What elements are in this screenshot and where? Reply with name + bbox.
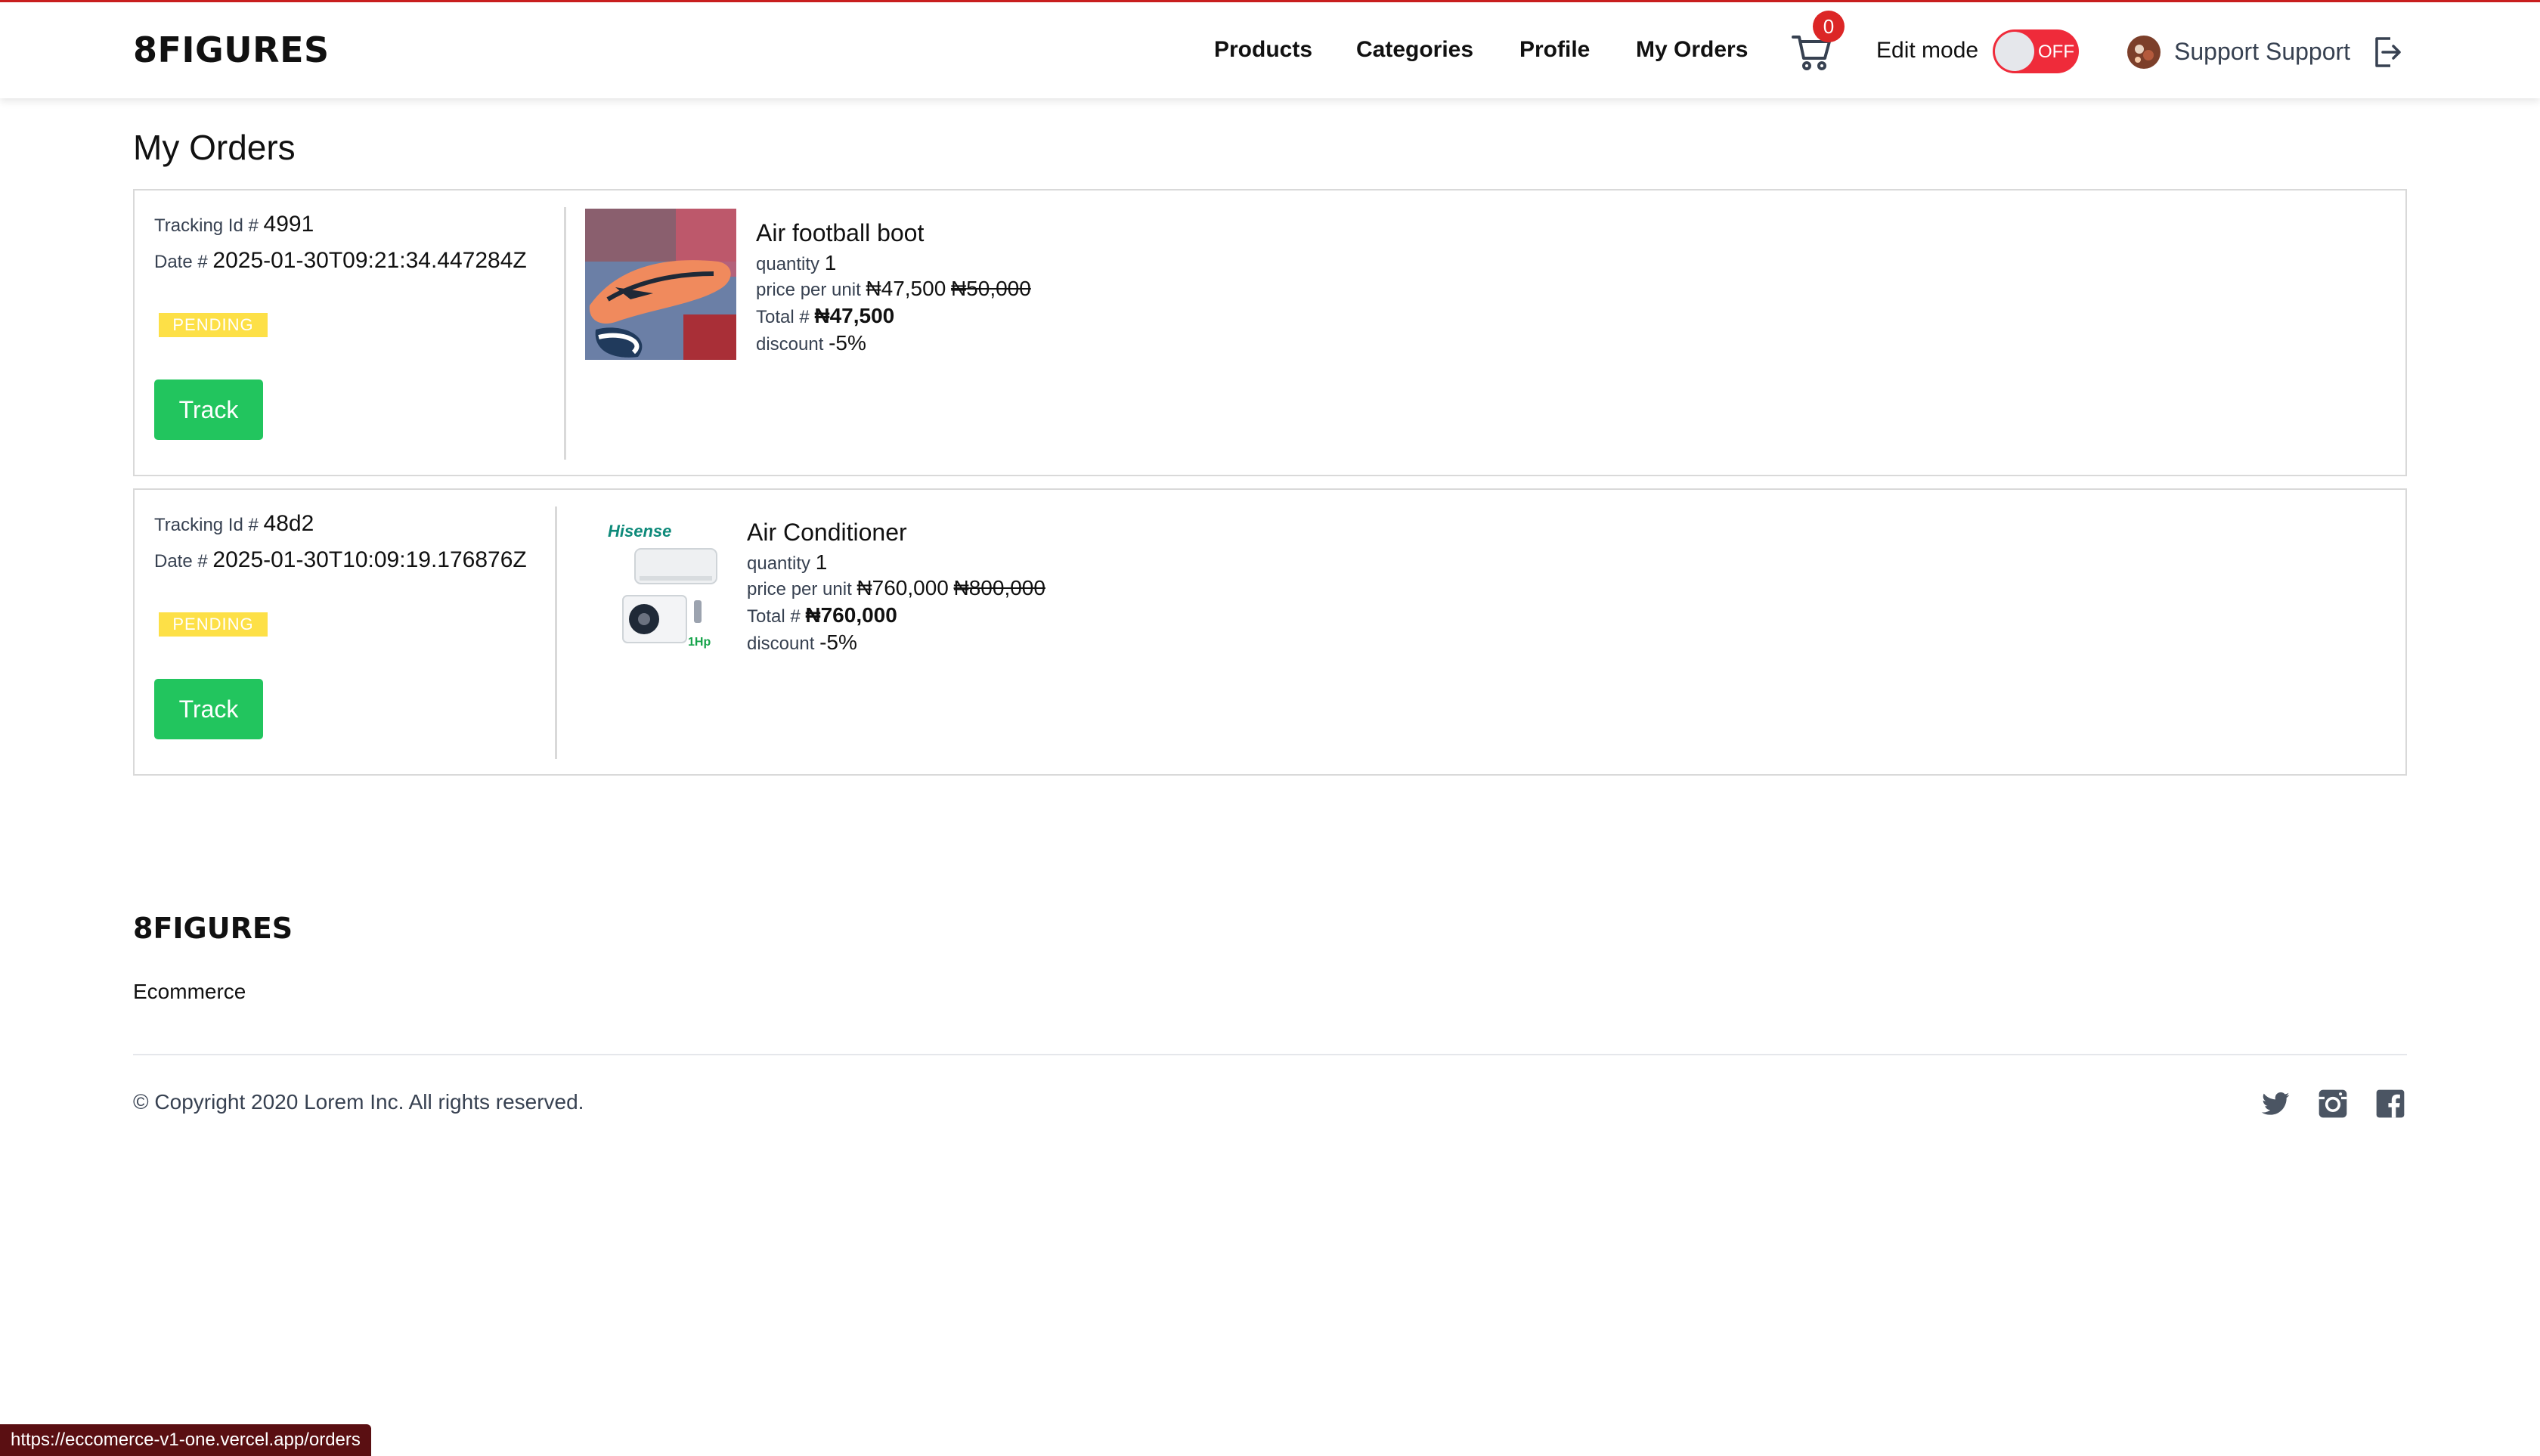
tracking-label: Tracking Id # bbox=[154, 515, 264, 535]
toggle-knob bbox=[1995, 32, 2034, 71]
nav-profile[interactable]: Profile bbox=[1519, 37, 1590, 63]
price-line: price per unit ₦760,000 ₦800,000 bbox=[747, 576, 1045, 600]
nav-categories[interactable]: Categories bbox=[1356, 37, 1473, 63]
product-image-football-boot[interactable] bbox=[585, 209, 736, 360]
edit-mode-toggle[interactable]: OFF bbox=[1993, 29, 2079, 73]
order-summary: Tracking Id # 4991 Date # 2025-01-30T09:… bbox=[135, 191, 565, 475]
browser-status-url: https://eccomerce-v1-one.vercel.app/orde… bbox=[0, 1424, 371, 1456]
user-avatar-icon[interactable] bbox=[2126, 34, 2162, 70]
twitter-icon[interactable] bbox=[2259, 1087, 2292, 1120]
price-line: price per unit ₦47,500 ₦50,000 bbox=[756, 277, 1031, 301]
product-name[interactable]: Air Conditioner bbox=[747, 519, 907, 547]
order-card: Tracking Id # 4991 Date # 2025-01-30T09:… bbox=[133, 189, 2407, 476]
top-nav-bar: 8FIGURES Products Categories Profile My … bbox=[0, 0, 2540, 98]
price-value: ₦47,500 bbox=[866, 277, 946, 300]
date-line: Date # 2025-01-30T09:21:34.447284Z bbox=[154, 248, 527, 274]
discount-line: discount -5% bbox=[756, 331, 866, 355]
quantity-label: quantity bbox=[756, 254, 825, 274]
order-date: 2025-01-30T10:09:19.176876Z bbox=[212, 547, 527, 572]
total-line: Total # ₦47,500 bbox=[756, 304, 894, 328]
quantity-value: 1 bbox=[815, 550, 828, 574]
tracking-id: 4991 bbox=[263, 212, 314, 237]
discount-label: discount bbox=[747, 634, 820, 654]
quantity-line: quantity 1 bbox=[756, 251, 836, 275]
page-title: My Orders bbox=[133, 128, 296, 167]
price-label: price per unit bbox=[747, 579, 857, 599]
total-value: ₦47,500 bbox=[814, 304, 895, 327]
hp-label-text: 1Hp bbox=[688, 636, 711, 649]
discount-value: -5% bbox=[819, 630, 857, 654]
divider bbox=[564, 207, 566, 460]
footer-tagline: Ecommerce bbox=[133, 980, 246, 1003]
price-label: price per unit bbox=[756, 280, 866, 300]
status-badge: PENDING bbox=[159, 313, 268, 337]
tracking-line: Tracking Id # 48d2 bbox=[154, 511, 314, 537]
footer-brand[interactable]: 8FIGURES bbox=[133, 912, 293, 945]
quantity-value: 1 bbox=[824, 251, 837, 274]
user-name[interactable]: Support Support bbox=[2174, 38, 2350, 66]
date-label: Date # bbox=[154, 551, 213, 572]
date-label: Date # bbox=[154, 252, 213, 272]
toggle-state-text: OFF bbox=[2038, 42, 2074, 62]
old-price: ₦50,000 bbox=[950, 277, 1031, 300]
edit-mode-label: Edit mode bbox=[1876, 38, 1979, 63]
divider bbox=[555, 507, 557, 759]
copyright-text: © Copyright 2020 Lorem Inc. All rights r… bbox=[133, 1090, 584, 1114]
order-date: 2025-01-30T09:21:34.447284Z bbox=[212, 248, 527, 273]
status-badge: PENDING bbox=[159, 612, 268, 637]
nav-my-orders[interactable]: My Orders bbox=[1636, 37, 1748, 63]
discount-value: -5% bbox=[829, 331, 866, 355]
tracking-label: Tracking Id # bbox=[154, 215, 264, 236]
discount-line: discount -5% bbox=[747, 630, 857, 655]
cart-count-badge: 0 bbox=[1813, 11, 1845, 42]
hisense-logo-text: Hisense bbox=[608, 522, 671, 541]
quantity-label: quantity bbox=[747, 553, 816, 574]
order-summary: Tracking Id # 48d2 Date # 2025-01-30T10:… bbox=[135, 490, 565, 774]
quantity-line: quantity 1 bbox=[747, 550, 827, 575]
facebook-icon[interactable] bbox=[2374, 1087, 2407, 1120]
product-name[interactable]: Air football boot bbox=[756, 219, 924, 247]
tracking-id: 48d2 bbox=[263, 511, 314, 536]
brand-logo[interactable]: 8FIGURES bbox=[133, 29, 330, 70]
price-value: ₦760,000 bbox=[856, 576, 949, 599]
footer-divider bbox=[133, 1054, 2407, 1055]
instagram-icon[interactable] bbox=[2316, 1087, 2350, 1120]
product-image-air-conditioner[interactable]: Hisense 1Hp bbox=[600, 517, 751, 668]
track-button[interactable]: Track bbox=[154, 379, 263, 440]
track-button[interactable]: Track bbox=[154, 679, 263, 739]
total-label: Total # bbox=[756, 307, 815, 327]
order-card: Tracking Id # 48d2 Date # 2025-01-30T10:… bbox=[133, 488, 2407, 776]
nav-products[interactable]: Products bbox=[1214, 37, 1312, 63]
logout-icon[interactable] bbox=[2372, 36, 2404, 69]
total-value: ₦760,000 bbox=[805, 603, 897, 627]
tracking-line: Tracking Id # 4991 bbox=[154, 212, 314, 237]
discount-label: discount bbox=[756, 334, 829, 355]
date-line: Date # 2025-01-30T10:09:19.176876Z bbox=[154, 547, 527, 573]
total-line: Total # ₦760,000 bbox=[747, 603, 897, 627]
old-price: ₦800,000 bbox=[953, 576, 1045, 599]
total-label: Total # bbox=[747, 606, 806, 627]
